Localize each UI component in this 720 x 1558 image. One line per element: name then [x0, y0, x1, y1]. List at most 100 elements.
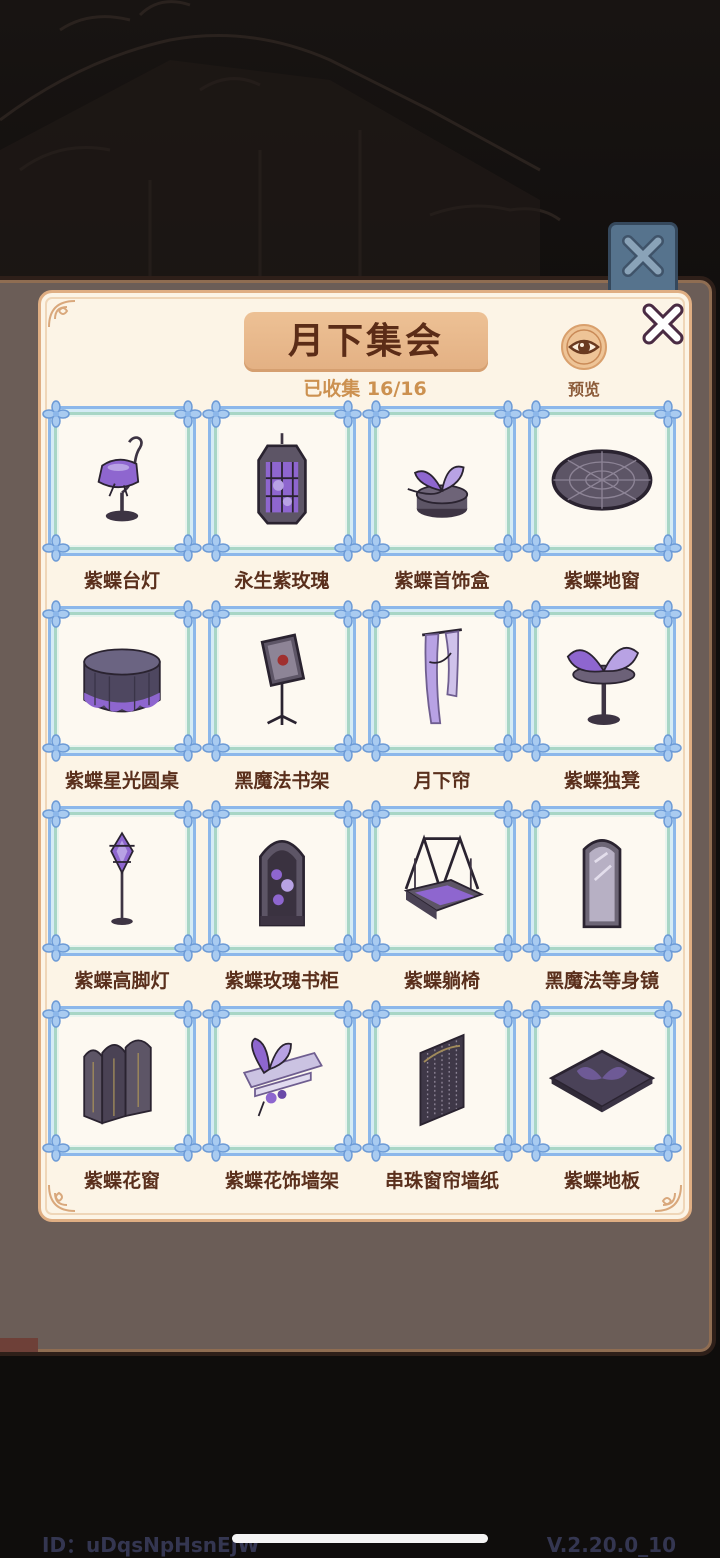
bow-ornament-icon — [521, 399, 551, 429]
collection-item[interactable]: 紫蝶高脚灯 — [42, 800, 202, 1006]
collection-item-label: 月下帘 — [413, 770, 471, 792]
collection-item-card[interactable] — [522, 800, 682, 962]
bow-ornament-icon — [361, 999, 391, 1029]
bow-ornament-icon — [493, 933, 523, 963]
bow-ornament-icon — [361, 799, 391, 829]
preview-button[interactable] — [560, 323, 608, 371]
screen: 月下集会 已收集 16/16 预览 紫蝶台灯 永生紫玫瑰 紫蝶首饰盒 紫蝶地窗 … — [0, 0, 720, 1558]
book-stand-icon — [228, 626, 336, 734]
collection-item[interactable]: 紫蝶花饰墙架 — [202, 1000, 362, 1206]
collection-item[interactable]: 黑魔法等身镜 — [522, 800, 682, 1006]
collection-item[interactable]: 串珠窗帘墙纸 — [362, 1000, 522, 1206]
bow-ornament-icon — [361, 933, 391, 963]
collection-item-card[interactable] — [362, 800, 522, 962]
collection-item-label: 紫蝶花窗 — [83, 1170, 160, 1192]
collection-item[interactable]: 紫蝶台灯 — [42, 400, 202, 606]
book-close-tab — [608, 222, 678, 292]
collection-panel: 月下集会 已收集 16/16 预览 紫蝶台灯 永生紫玫瑰 紫蝶首饰盒 紫蝶地窗 … — [38, 290, 692, 1222]
bow-ornament-icon — [653, 599, 683, 629]
bow-ornament-icon — [41, 399, 71, 429]
full-length-mirror-icon — [548, 826, 656, 934]
bow-ornament-icon — [521, 933, 551, 963]
collection-item-label: 黑魔法书架 — [234, 770, 330, 792]
collection-item[interactable]: 黑魔法书架 — [202, 600, 362, 806]
bead-curtain-wallpaper-icon — [388, 1026, 496, 1134]
bow-ornament-icon — [201, 533, 231, 563]
bow-ornament-icon — [333, 1133, 363, 1163]
preview-label: 预览 — [567, 380, 600, 399]
collection-item-card[interactable] — [362, 600, 522, 762]
collection-item-card[interactable] — [202, 600, 362, 762]
curtain-icon — [388, 626, 496, 734]
collection-item-label: 紫蝶首饰盒 — [394, 570, 490, 592]
collection-item-card[interactable] — [42, 1000, 202, 1162]
bow-ornament-icon — [41, 799, 71, 829]
bow-ornament-icon — [493, 1133, 523, 1163]
collection-item-card[interactable] — [42, 400, 202, 562]
collection-item-card[interactable] — [522, 1000, 682, 1162]
collection-item[interactable]: 紫蝶玫瑰书柜 — [202, 800, 362, 1006]
bow-ornament-icon — [521, 599, 551, 629]
close-button[interactable] — [640, 301, 686, 347]
collection-item[interactable]: 紫蝶地板 — [522, 1000, 682, 1206]
round-table-icon — [68, 626, 176, 734]
floor-lamp-icon — [68, 826, 176, 934]
bow-ornament-icon — [521, 533, 551, 563]
bow-ornament-icon — [333, 533, 363, 563]
bow-ornament-icon — [41, 999, 71, 1029]
bow-ornament-icon — [333, 399, 363, 429]
collection-item-card[interactable] — [362, 1000, 522, 1162]
bookcase-icon — [228, 826, 336, 934]
bow-ornament-icon — [41, 733, 71, 763]
collection-item-label: 永生紫玫瑰 — [234, 570, 330, 592]
bow-ornament-icon — [653, 999, 683, 1029]
bow-ornament-icon — [173, 733, 203, 763]
bow-ornament-icon — [653, 533, 683, 563]
collection-item-card[interactable] — [522, 600, 682, 762]
collection-item[interactable]: 紫蝶星光圆桌 — [42, 600, 202, 806]
close-icon — [622, 235, 664, 277]
eye-icon — [561, 324, 607, 370]
bow-ornament-icon — [653, 1133, 683, 1163]
bow-ornament-icon — [521, 1133, 551, 1163]
butterfly-floor-window-icon — [548, 426, 656, 534]
home-indicator[interactable] — [232, 1534, 488, 1543]
bow-ornament-icon — [361, 533, 391, 563]
bow-ornament-icon — [493, 799, 523, 829]
collection-item[interactable]: 紫蝶地窗 — [522, 400, 682, 606]
collection-item-card[interactable] — [202, 1000, 362, 1162]
collection-item-label: 紫蝶花饰墙架 — [224, 1170, 339, 1192]
book-spine — [0, 1338, 38, 1352]
butterfly-stool-icon — [548, 626, 656, 734]
collection-item-card[interactable] — [522, 400, 682, 562]
collection-item-card[interactable] — [362, 400, 522, 562]
collection-item-card[interactable] — [202, 400, 362, 562]
bow-ornament-icon — [173, 599, 203, 629]
collection-item-label: 串珠窗帘墙纸 — [384, 1170, 499, 1192]
bow-ornament-icon — [333, 999, 363, 1029]
bow-ornament-icon — [173, 533, 203, 563]
bow-ornament-icon — [493, 533, 523, 563]
collection-item[interactable]: 紫蝶花窗 — [42, 1000, 202, 1206]
collection-item[interactable]: 紫蝶首饰盒 — [362, 400, 522, 606]
title-badge: 月下集会 — [244, 312, 488, 372]
collection-item[interactable]: 紫蝶躺椅 — [362, 800, 522, 1006]
collection-item[interactable]: 紫蝶独凳 — [522, 600, 682, 806]
collection-item-card[interactable] — [42, 800, 202, 962]
bow-ornament-icon — [41, 599, 71, 629]
collection-item-label: 紫蝶独凳 — [563, 770, 640, 792]
collection-item-label: 紫蝶地窗 — [563, 570, 640, 592]
floor-tile-icon — [548, 1026, 656, 1134]
page-title: 月下集会 — [287, 321, 444, 362]
eternal-rose-lantern-icon — [228, 426, 336, 534]
collection-item[interactable]: 永生紫玫瑰 — [202, 400, 362, 606]
bow-ornament-icon — [493, 999, 523, 1029]
collection-item[interactable]: 月下帘 — [362, 600, 522, 806]
bow-ornament-icon — [173, 999, 203, 1029]
collection-item-card[interactable] — [42, 600, 202, 762]
collection-item-card[interactable] — [202, 800, 362, 962]
player-id: ID：uDqsNpHsnEjW — [42, 1533, 260, 1557]
collection-item-label: 黑魔法等身镜 — [544, 970, 659, 992]
bow-ornament-icon — [653, 933, 683, 963]
bow-ornament-icon — [201, 999, 231, 1029]
